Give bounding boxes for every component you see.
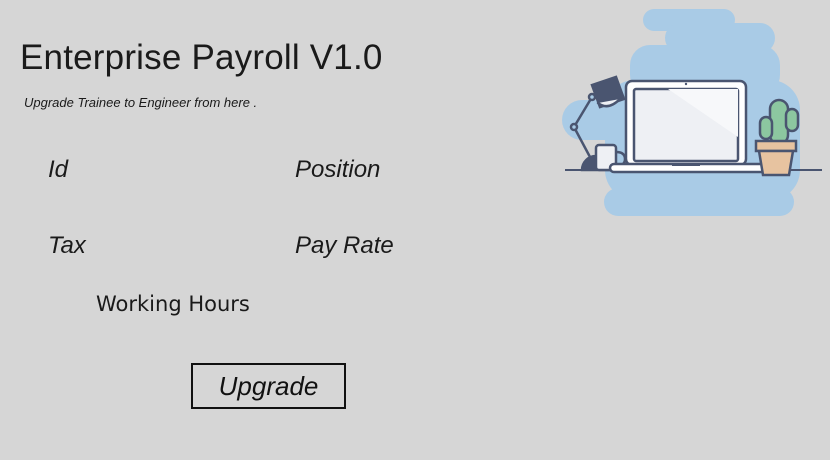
id-label: Id <box>48 156 69 183</box>
workspace-laptop-illustration <box>562 9 822 216</box>
pay-rate-label: Pay Rate <box>295 232 394 259</box>
upgrade-button[interactable]: Upgrade <box>191 363 346 409</box>
laptop-icon <box>608 79 772 174</box>
working-hours-label: Working Hours <box>96 292 250 316</box>
page-title: Enterprise Payroll V1.0 <box>20 38 383 77</box>
position-label: Position <box>295 156 381 183</box>
tax-label: Tax <box>48 232 86 259</box>
page-subtitle: Upgrade Trainee to Engineer from here . <box>24 95 258 110</box>
